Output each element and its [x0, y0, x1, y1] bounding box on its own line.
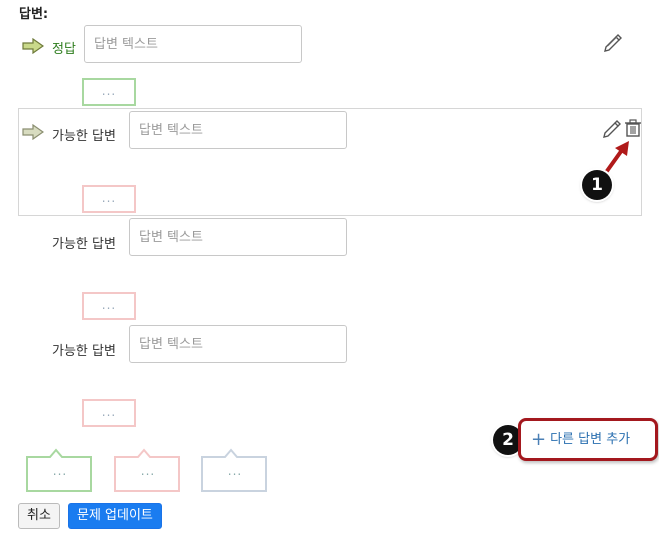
answer-label-possible: 가능한 답변: [52, 344, 116, 359]
answer-label-possible: 가능한 답변: [52, 129, 116, 144]
answer-feedback-possible-1[interactable]: ...: [82, 185, 136, 213]
add-answer-label: 다른 답변 추가: [550, 432, 631, 447]
pencil-icon[interactable]: [602, 118, 622, 138]
feedback-type-text: ...: [140, 464, 156, 478]
trash-icon[interactable]: [623, 118, 643, 138]
right-arrow-icon: [22, 38, 44, 54]
feedback-type-text: ...: [227, 464, 243, 478]
answer-text-input-correct[interactable]: [84, 25, 302, 63]
pencil-icon[interactable]: [603, 32, 623, 52]
answer-feedback-correct[interactable]: ...: [82, 78, 136, 106]
right-arrow-icon: [22, 124, 44, 140]
answer-label-possible: 가능한 답변: [52, 237, 116, 252]
answer-label-correct: 정답: [52, 42, 76, 57]
cancel-button[interactable]: 취소: [18, 503, 60, 529]
feedback-type-correct[interactable]: ...: [26, 448, 92, 492]
callout-badge-1: 1: [582, 170, 612, 200]
add-answer-button[interactable]: + 다른 답변 추가: [518, 418, 658, 461]
feedback-type-neutral[interactable]: ...: [201, 448, 267, 492]
answer-text-input-possible-2[interactable]: [129, 218, 347, 256]
feedback-type-incorrect[interactable]: ...: [114, 448, 180, 492]
answer-text-input-possible-1[interactable]: [129, 111, 347, 149]
feedback-type-text: ...: [52, 464, 68, 478]
answer-feedback-possible-3[interactable]: ...: [82, 399, 136, 427]
plus-icon: +: [531, 429, 547, 450]
answer-text-input-possible-3[interactable]: [129, 325, 347, 363]
update-question-button[interactable]: 문제 업데이트: [68, 503, 162, 529]
answers-heading: 답변:: [19, 7, 49, 22]
answer-feedback-possible-2[interactable]: ...: [82, 292, 136, 320]
